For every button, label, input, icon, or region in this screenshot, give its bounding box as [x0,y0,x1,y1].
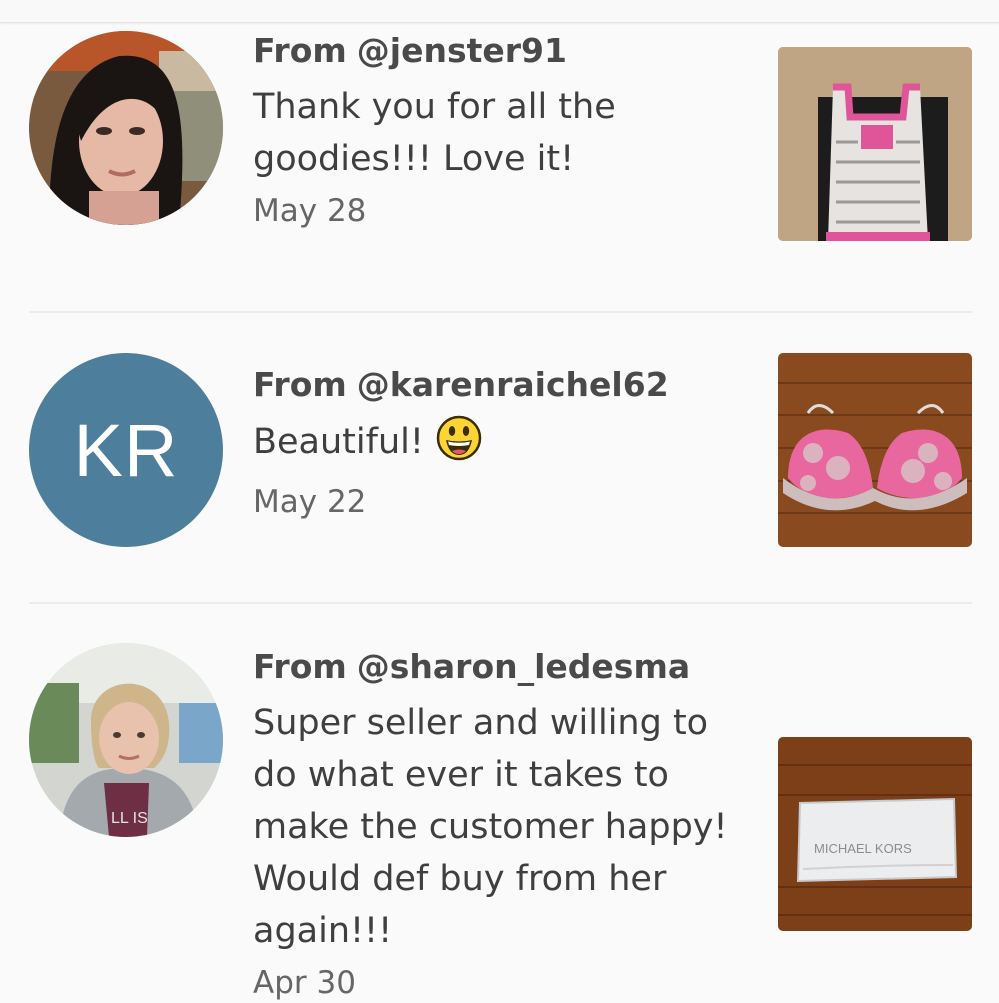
divider [29,602,972,604]
listing-thumbnail[interactable] [778,47,972,241]
review-author[interactable]: From @sharon_ledesma [253,647,753,687]
review-date: May 28 [253,193,367,229]
divider [29,311,972,313]
username-link[interactable]: @sharon_ledesma [357,647,690,686]
review-author[interactable]: From @jenster91 [253,31,753,71]
from-label: From [253,647,347,686]
review-date: Apr 30 [253,965,356,1001]
review-date: May 22 [253,484,367,520]
brand-text: MICHAEL KORS [814,841,912,856]
listing-thumbnail[interactable]: MICHAEL KORS [778,737,972,931]
avatar[interactable]: LL IS [29,643,223,837]
avatar-initials: KR [73,408,179,492]
svg-text:LL IS: LL IS [111,810,148,827]
avatar[interactable] [29,31,223,225]
listing-thumbnail[interactable] [778,353,972,547]
grinning-face-emoji-icon [436,415,482,476]
avatar[interactable]: KR [29,353,223,547]
top-bar [0,0,999,23]
from-label: From [253,365,347,404]
review-message: Super seller and willing to do what ever… [253,703,728,951]
review-author[interactable]: From @karenraichel62 [253,365,753,405]
username-link[interactable]: @jenster91 [357,31,567,70]
from-label: From [253,31,347,70]
review-message: Beautiful! [253,415,753,476]
review-message: Thank you for all the goodies!!! Love it… [253,87,616,179]
username-link[interactable]: @karenraichel62 [357,365,669,404]
review-message-text: Beautiful! [253,422,424,462]
